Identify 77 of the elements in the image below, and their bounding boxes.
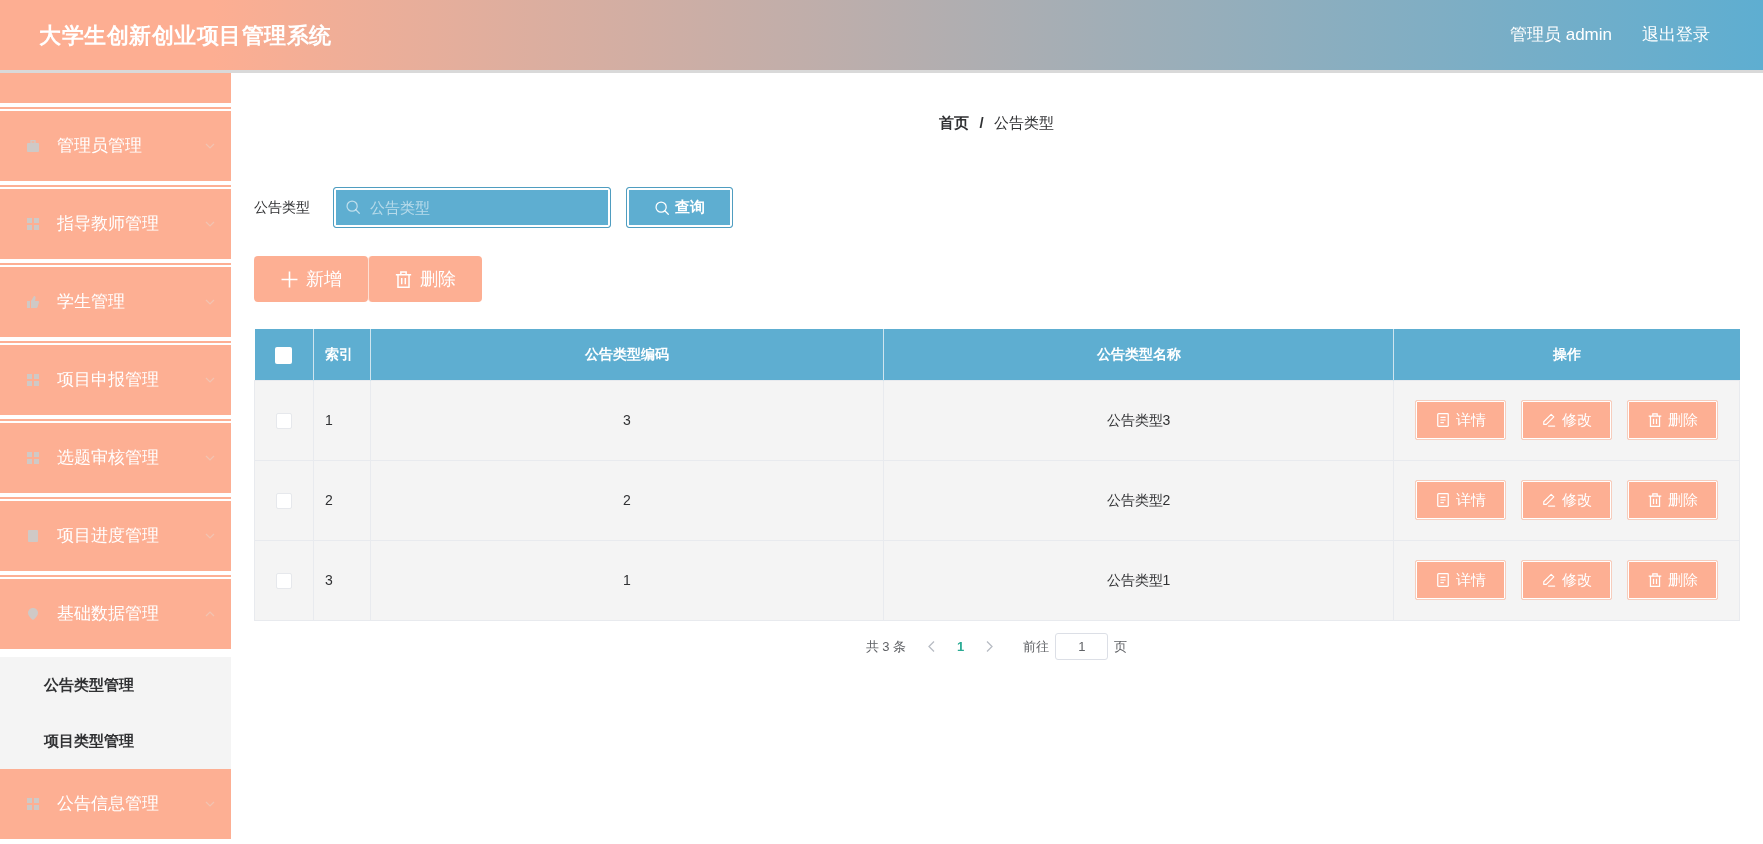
plus-icon (280, 270, 298, 288)
table-cell: 公告类型2 (883, 460, 1394, 540)
sidebar-item[interactable] (0, 73, 231, 103)
table-cell: 公告类型1 (883, 540, 1394, 620)
chevron-up-icon (205, 611, 215, 617)
table-cell: 2 (313, 460, 371, 540)
delete-button[interactable]: 删除 (1627, 480, 1718, 520)
add-button[interactable]: 新增 (254, 256, 368, 302)
grid-icon (27, 452, 39, 464)
document-icon (1435, 573, 1450, 587)
sidebar-item[interactable]: 公告信息管理 (0, 769, 231, 839)
chevron-down-icon (205, 221, 215, 227)
submenu-item[interactable]: 公告类型管理 (0, 657, 231, 713)
trash-icon (1647, 413, 1662, 427)
chevron-down-icon (205, 143, 215, 149)
trash-icon (1647, 493, 1662, 507)
edit-button[interactable]: 修改 (1521, 560, 1612, 600)
table-header-cell: 公告类型编码 (370, 329, 884, 380)
edit-button[interactable]: 修改 (1521, 400, 1612, 440)
page-suffix: 页 (1114, 637, 1128, 656)
delete-button[interactable]: 删除 (1627, 560, 1718, 600)
trash-icon (395, 270, 412, 288)
document-icon (27, 530, 39, 542)
delete-button[interactable]: 删除 (1627, 400, 1718, 440)
table-cell: 3 (370, 380, 884, 460)
detail-button[interactable]: 详情 (1415, 400, 1506, 440)
table-cell: 2 (370, 460, 884, 540)
document-icon (1435, 413, 1450, 427)
logout-link[interactable]: 退出登录 (1642, 22, 1710, 48)
pencil-icon (1541, 413, 1556, 427)
thumb-icon (27, 296, 39, 308)
table-cell: 1 (370, 540, 884, 620)
chevron-down-icon (205, 533, 215, 539)
page-number[interactable]: 1 (957, 636, 965, 657)
select-all-checkbox[interactable] (275, 346, 293, 364)
table-header-cell: 公告类型名称 (883, 329, 1394, 380)
row-checkbox[interactable] (276, 572, 292, 589)
goto-label: 前往 (1023, 637, 1050, 656)
chevron-down-icon (205, 377, 215, 383)
grid-icon (27, 798, 39, 810)
trash-icon (1647, 573, 1662, 587)
search-label: 公告类型 (254, 198, 310, 217)
table-header-cell: 索引 (313, 329, 371, 380)
pencil-icon (1541, 573, 1556, 587)
user-label: 管理员 admin (1509, 24, 1612, 47)
search-field[interactable]: 公告类型 (333, 187, 611, 228)
chevron-down-icon (205, 299, 215, 305)
row-checkbox[interactable] (276, 492, 292, 509)
chevron-right-icon[interactable] (986, 641, 994, 652)
table-cell: 公告类型3 (883, 380, 1394, 460)
pin-icon (27, 608, 39, 620)
briefcase-icon (27, 140, 39, 152)
table-header-cell: 操作 (1393, 329, 1740, 380)
table-cell: 1 (313, 380, 371, 460)
chevron-down-icon (205, 455, 215, 461)
search-icon (346, 200, 360, 214)
search-icon (654, 200, 669, 215)
total-count: 共 3 条 (865, 637, 907, 656)
detail-button[interactable]: 详情 (1415, 560, 1506, 600)
detail-button[interactable]: 详情 (1415, 480, 1506, 520)
chevron-left-icon[interactable] (928, 641, 936, 652)
document-icon (1435, 493, 1450, 507)
app-title: 大学生创新创业项目管理系统 (39, 21, 332, 50)
submenu-item[interactable]: 项目类型管理 (0, 713, 231, 769)
edit-button[interactable]: 修改 (1521, 480, 1612, 520)
breadcrumb-current: 公告类型 (993, 113, 1054, 133)
pencil-icon (1541, 493, 1556, 507)
page-input[interactable]: 1 (1055, 633, 1109, 660)
breadcrumb-link[interactable]: 首页 (939, 112, 970, 133)
row-checkbox[interactable] (276, 412, 292, 429)
grid-icon (27, 374, 39, 386)
grid-icon (27, 218, 39, 230)
search-button[interactable]: 查询 (626, 187, 733, 228)
delete-button[interactable]: 删除 (368, 256, 482, 302)
chevron-down-icon (205, 801, 215, 807)
table-cell: 3 (313, 540, 371, 620)
breadcrumb-separator: / (979, 113, 984, 133)
